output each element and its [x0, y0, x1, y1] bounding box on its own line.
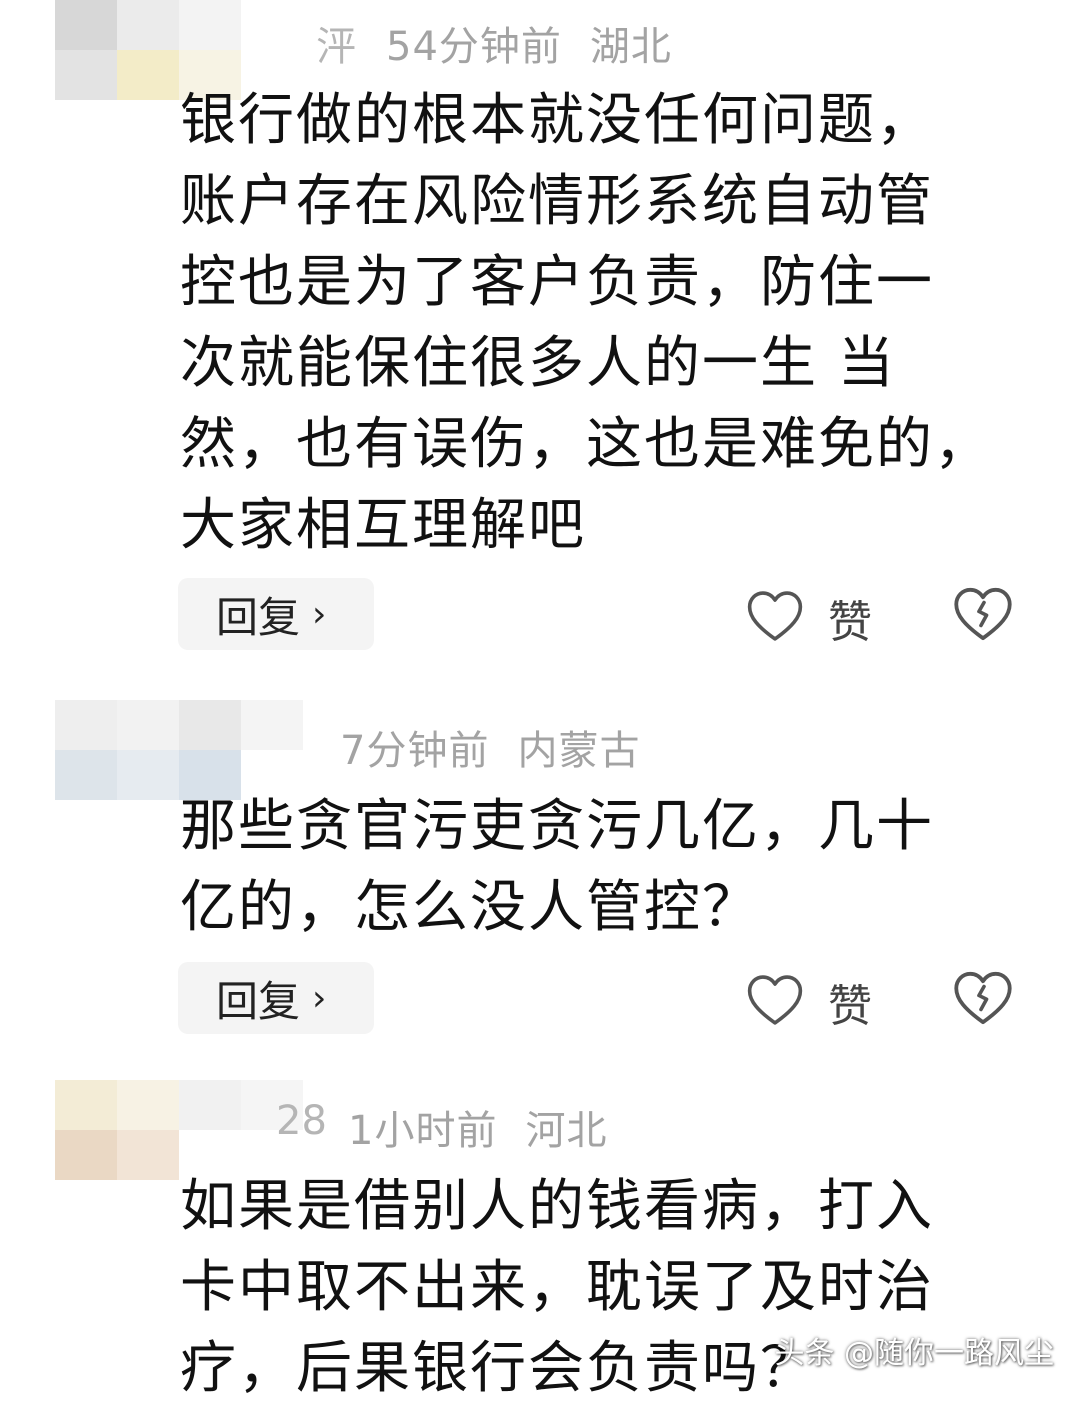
reply-button[interactable]: 回复 ›	[178, 962, 374, 1034]
watermark: 头条 @随你一路风尘	[774, 1336, 1054, 1371]
comment-list: 泙 54分钟前 湖北 银行做的根本就没任何问题， 账户存在风险情形系统自动管 控也…	[0, 0, 1080, 1424]
dislike-button[interactable]	[952, 970, 1014, 1030]
comment-time: 1小时前	[348, 1108, 498, 1154]
broken-heart-icon	[952, 971, 1014, 1030]
reply-button[interactable]: 回复 ›	[178, 578, 374, 650]
avatar[interactable]	[55, 1080, 303, 1180]
comment-location: 内蒙古	[517, 728, 641, 774]
heart-outline-icon	[746, 973, 804, 1031]
like-button[interactable]: 赞	[746, 586, 872, 650]
comment-location: 河北	[525, 1108, 608, 1154]
dislike-button[interactable]	[952, 586, 1014, 646]
username[interactable]: 28	[276, 1098, 327, 1144]
comment-item: 28 1小时前 河北 如果是借别人的钱看病，打入 卡中取不出来，耽误了及时治 疗，…	[0, 1080, 1080, 1424]
chevron-right-icon: ›	[312, 977, 327, 1019]
comment-meta: 7分钟前 内蒙古	[340, 718, 640, 776]
reply-label: 回复	[216, 976, 301, 1026]
comment-item: 7分钟前 内蒙古 那些贪官污吏贪污几亿，几十 亿的，怎么没人管控？ 回复 › 赞	[0, 700, 1080, 1060]
heart-outline-icon	[746, 589, 804, 647]
comment-location: 湖北	[589, 24, 672, 70]
comment-meta: 54分钟前 湖北	[386, 14, 672, 72]
avatar[interactable]	[55, 700, 303, 800]
comment-time: 54分钟前	[386, 24, 562, 70]
username[interactable]: 泙	[316, 14, 356, 72]
broken-heart-icon	[952, 587, 1014, 646]
reply-label: 回复	[216, 592, 301, 642]
like-label: 赞	[828, 981, 872, 1032]
comment-time: 7分钟前	[340, 728, 490, 774]
comment-text: 银行做的根本就没任何问题， 账户存在风险情形系统自动管 控也是为了客户负责，防住…	[180, 88, 992, 558]
comment-meta: 1小时前 河北	[348, 1098, 607, 1156]
chevron-right-icon: ›	[312, 593, 327, 635]
like-button[interactable]: 赞	[746, 970, 872, 1034]
comment-text: 如果是借别人的钱看病，打入 卡中取不出来，耽误了及时治 疗，后果银行会负责吗？	[180, 1174, 934, 1401]
like-label: 赞	[828, 597, 872, 648]
comment-item: 泙 54分钟前 湖北 银行做的根本就没任何问题， 账户存在风险情形系统自动管 控也…	[0, 0, 1080, 680]
comment-text: 那些贪官污吏贪污几亿，几十 亿的，怎么没人管控？	[180, 794, 934, 940]
